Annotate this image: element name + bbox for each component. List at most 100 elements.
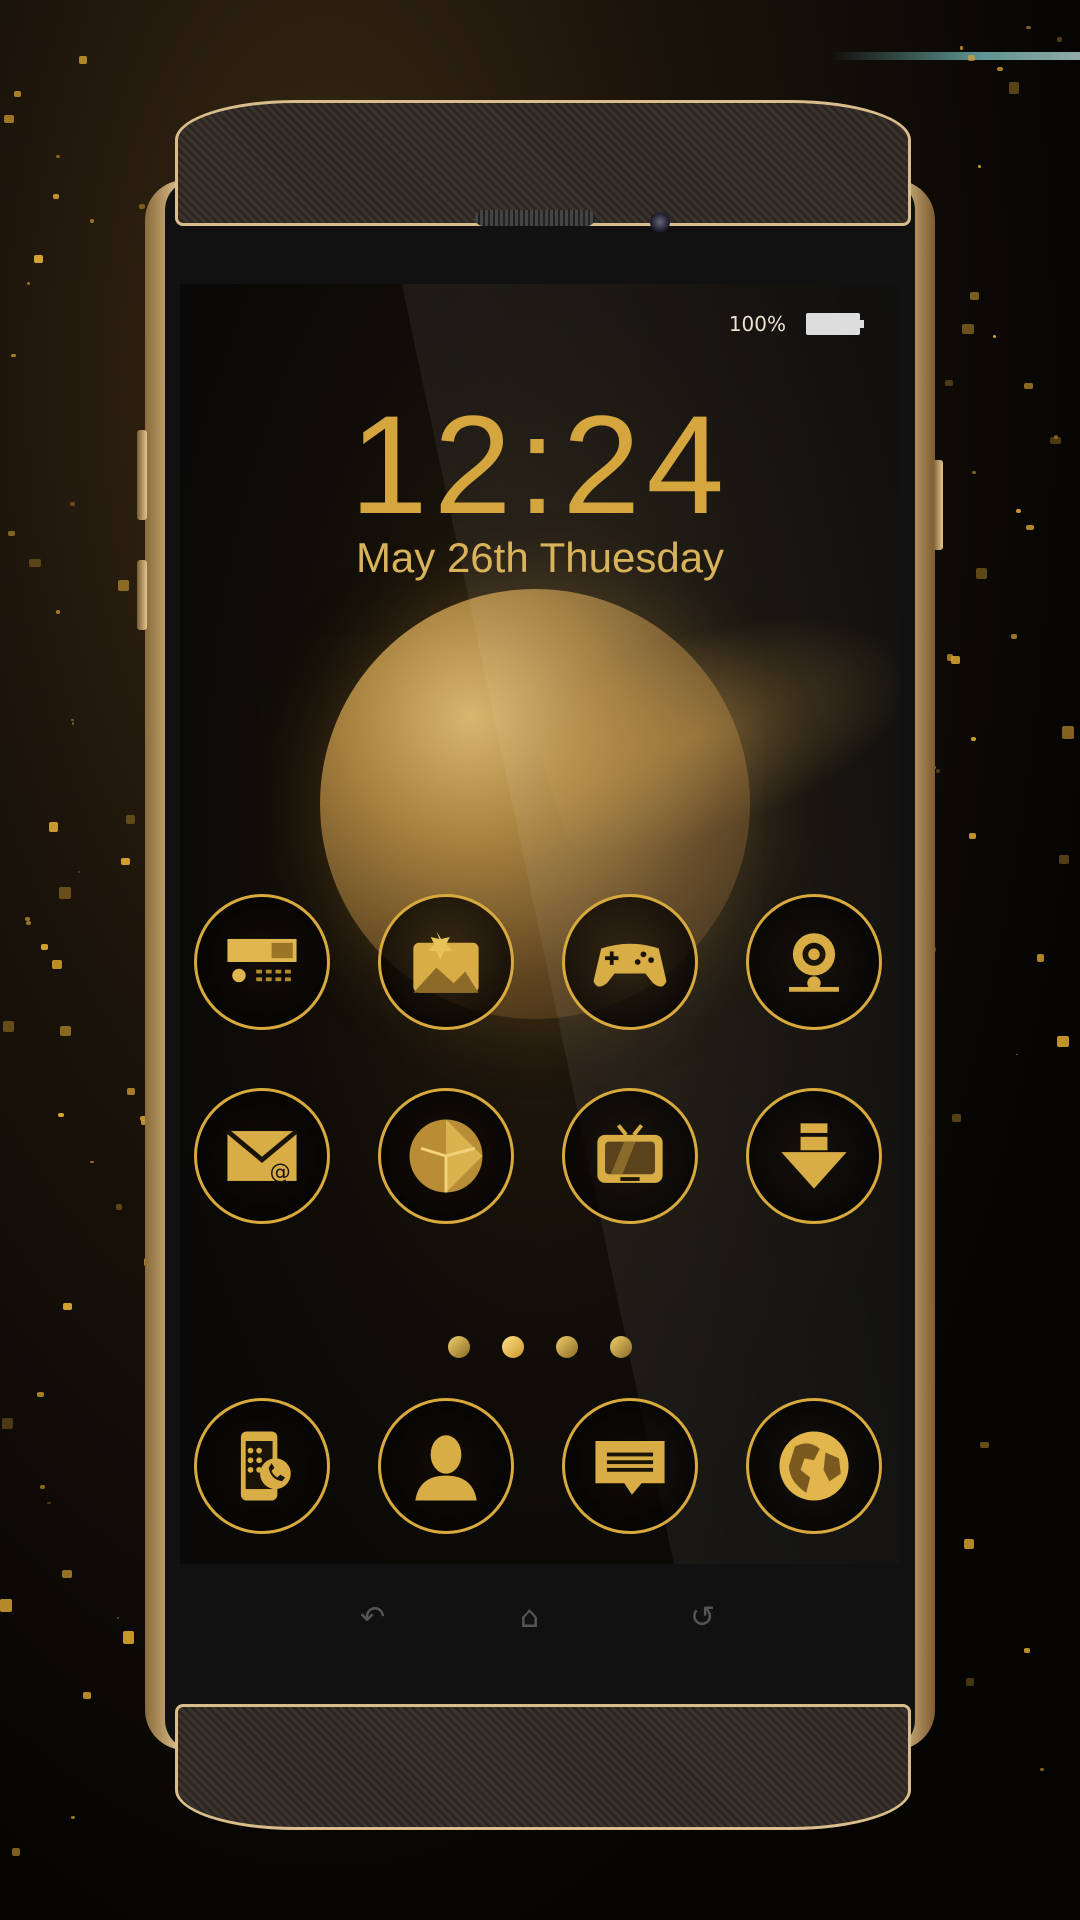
sparkle	[33, 254, 43, 264]
sparkle	[127, 1088, 136, 1095]
sparkle	[52, 959, 62, 969]
sparkle	[1026, 25, 1031, 29]
sparkle	[71, 1815, 75, 1820]
sparkle	[967, 55, 975, 62]
app-tv[interactable]	[562, 1088, 698, 1224]
sparkle	[993, 334, 996, 338]
recents-icon[interactable]: ↺	[690, 1600, 715, 1635]
app-downloads[interactable]	[746, 1088, 882, 1224]
sparkle	[12, 1848, 20, 1856]
leather-bottom-cap	[175, 1704, 911, 1830]
sparkle	[29, 559, 42, 567]
svg-text:@: @	[270, 1159, 291, 1184]
page-dot-active[interactable]	[502, 1336, 524, 1358]
sparkle	[997, 66, 1004, 71]
app-camera[interactable]	[746, 894, 882, 1030]
download-icon	[781, 1123, 847, 1189]
navigation-bar: ↶ ⌂ ↺	[180, 1570, 900, 1680]
page-dot[interactable]	[448, 1336, 470, 1358]
sparkle	[90, 1160, 94, 1164]
sparkle	[1023, 1648, 1030, 1654]
sparkle	[71, 722, 75, 725]
volume-button	[137, 560, 147, 630]
sparkle	[1016, 1053, 1019, 1056]
sparkle	[118, 580, 130, 591]
browser-globe-icon	[779, 1431, 849, 1501]
light-streak	[830, 52, 1080, 60]
sparkle	[14, 90, 21, 97]
sparkle	[1015, 509, 1022, 513]
sparkle	[115, 1203, 122, 1211]
tv-icon	[597, 1124, 663, 1183]
sparkle	[951, 656, 961, 665]
sparkle	[10, 354, 16, 358]
sparkle	[971, 471, 977, 474]
sparkle	[62, 1569, 72, 1579]
sparkle	[52, 193, 59, 199]
email-icon: @	[225, 1129, 299, 1184]
sparkle	[59, 887, 71, 899]
app-gallery[interactable]	[378, 894, 514, 1030]
sparkle	[41, 943, 49, 951]
sparkle	[1023, 382, 1034, 389]
sparkle	[965, 1677, 975, 1687]
sparkle	[37, 1391, 44, 1397]
sparkle	[122, 1630, 135, 1645]
sparkle	[3, 1020, 14, 1032]
sparkle	[952, 1114, 961, 1122]
leather-top-cap	[175, 100, 911, 226]
phone-screen: 100% 12:24 May 26th Thuesday @	[180, 284, 900, 1564]
battery-percent: 100%	[728, 312, 786, 336]
sparkle	[62, 1303, 73, 1311]
sparkle	[1039, 1768, 1045, 1772]
dock-phone[interactable]	[194, 1398, 330, 1534]
page-indicator[interactable]	[180, 1336, 900, 1358]
sparkle	[79, 55, 87, 64]
sparkle	[971, 737, 976, 741]
sparkle	[26, 282, 31, 285]
sparkle	[125, 814, 135, 825]
sparkle	[70, 718, 75, 722]
dock-browser[interactable]	[746, 1398, 882, 1534]
sparkle	[968, 832, 976, 839]
sparkle	[1054, 435, 1058, 439]
sparkle	[60, 1025, 72, 1036]
home-icon[interactable]: ⌂	[520, 1600, 539, 1635]
dock-messages[interactable]	[562, 1398, 698, 1534]
sparkle	[0, 1599, 13, 1613]
clock-icon	[409, 1119, 483, 1193]
app-games[interactable]	[562, 894, 698, 1030]
sparkle	[2, 1418, 13, 1429]
sparkle	[1009, 82, 1020, 94]
power-button	[933, 460, 943, 550]
sparkle	[1057, 1035, 1070, 1048]
sparkle	[116, 1617, 119, 1620]
sparkle	[1057, 36, 1063, 42]
dock-contacts[interactable]	[378, 1398, 514, 1534]
sparkle	[82, 1692, 92, 1700]
sparkle	[935, 769, 940, 773]
calculator-icon	[227, 938, 297, 983]
app-clock[interactable]	[378, 1088, 514, 1224]
app-email[interactable]: @	[194, 1088, 330, 1224]
sparkle	[8, 531, 16, 536]
gallery-icon	[413, 931, 479, 993]
page-dot[interactable]	[556, 1336, 578, 1358]
sparkle	[959, 46, 964, 50]
sparkle	[56, 609, 60, 614]
sparkle	[1011, 633, 1017, 639]
camera-icon	[789, 933, 839, 992]
page-dot[interactable]	[610, 1336, 632, 1358]
sparkle	[962, 323, 974, 335]
sparkle	[964, 1538, 974, 1550]
clock-time: 12:24	[349, 386, 731, 543]
app-calculator[interactable]	[194, 894, 330, 1030]
status-bar: 100%	[728, 312, 864, 336]
back-icon[interactable]: ↶	[360, 1600, 385, 1635]
sparkle	[977, 165, 982, 169]
front-camera	[650, 212, 670, 232]
sparkle	[48, 821, 58, 832]
messages-icon	[595, 1441, 665, 1495]
sparkle	[969, 291, 980, 300]
sparkle	[945, 380, 953, 386]
